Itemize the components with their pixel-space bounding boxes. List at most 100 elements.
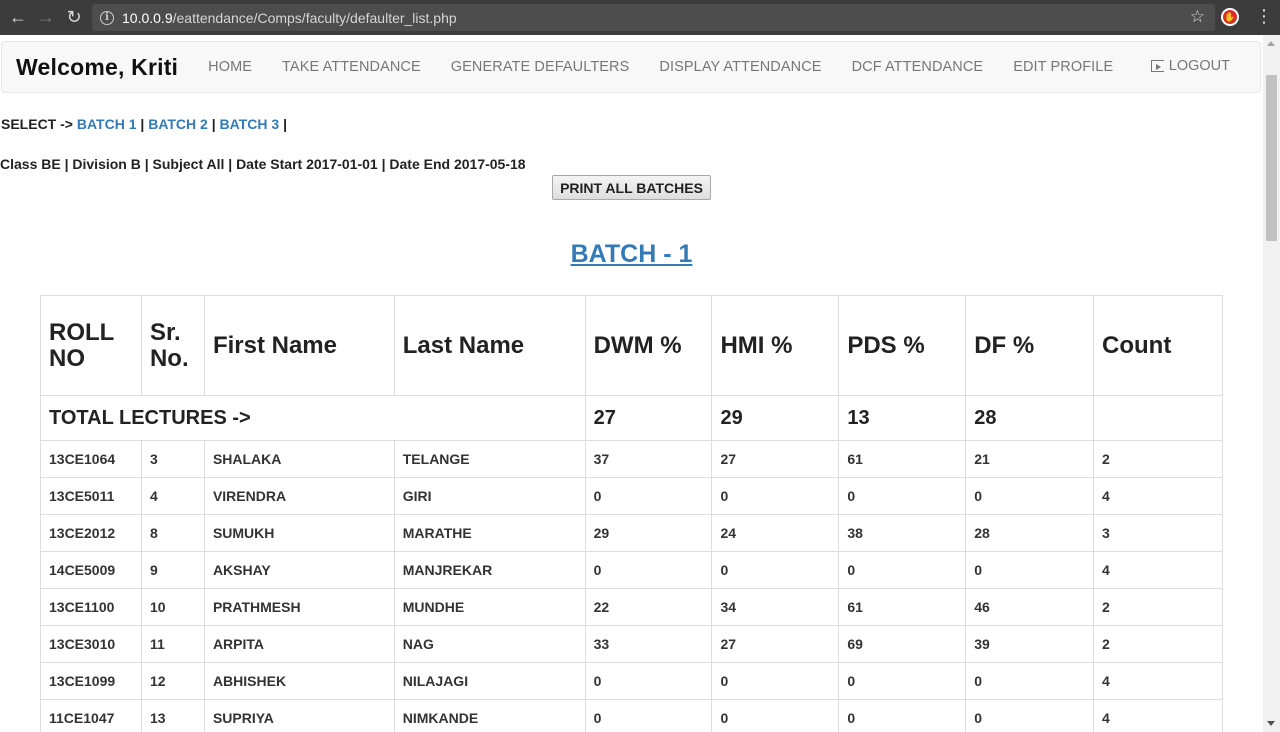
scroll-up-icon[interactable] — [1267, 41, 1275, 46]
table-row: 14CE5009 9 AKSHAY MANJREKAR 0 0 0 0 4 — [40, 551, 1223, 589]
cell-last-name: NIMKANDE — [393, 699, 586, 732]
cell-hmi: 24 — [711, 514, 840, 552]
table-row: 13CE5011 4 VIRENDRA GIRI 0 0 0 0 4 — [40, 477, 1223, 515]
cell-count: 4 — [1093, 699, 1223, 732]
cell-df: 0 — [965, 699, 1095, 732]
back-arrow-icon[interactable]: ← — [4, 4, 32, 32]
total-df: 28 — [965, 395, 1095, 441]
cell-df: 21 — [965, 440, 1095, 478]
cell-sr-no: 10 — [140, 588, 205, 626]
cell-count: 2 — [1093, 625, 1223, 663]
batch-1-link[interactable]: BATCH 1 — [77, 116, 137, 132]
cell-first-name: VIRENDRA — [203, 477, 395, 515]
welcome-brand: Welcome, Kriti — [16, 53, 179, 80]
url-host: 10.0.0.9 — [122, 9, 173, 26]
adblock-extension-icon[interactable]: ✋ — [1221, 8, 1239, 26]
cell-df: 28 — [965, 514, 1095, 552]
table-row: 13CE1100 10 PRATHMESH MUNDHE 22 34 61 46 2 — [40, 588, 1223, 626]
cell-sr-no: 12 — [140, 662, 205, 700]
batch-selector: SELECT -> BATCH 1 | BATCH 2 | BATCH 3 | — [1, 116, 287, 132]
batch-title: BATCH - 1 — [570, 240, 693, 268]
print-all-batches-button[interactable]: PRINT ALL BATCHES — [552, 175, 711, 200]
cell-hmi: 0 — [711, 662, 840, 700]
cell-dwm: 33 — [584, 625, 713, 663]
forward-arrow-icon[interactable]: → — [32, 4, 60, 32]
cell-pds: 61 — [838, 440, 967, 478]
cell-hmi: 34 — [711, 588, 840, 626]
class-info: Class BE | Division B | Subject All | Da… — [0, 156, 526, 172]
cell-roll-no: 13CE1064 — [40, 440, 142, 478]
table-row: 13CE3010 11 ARPITA NAG 33 27 69 39 2 — [40, 625, 1223, 663]
separator: | — [283, 116, 287, 132]
cell-pds: 61 — [838, 588, 967, 626]
cell-pds: 0 — [838, 551, 967, 589]
logout-icon — [1150, 60, 1164, 72]
cell-hmi: 27 — [711, 440, 840, 478]
cell-roll-no: 13CE1100 — [40, 588, 142, 626]
cell-sr-no: 8 — [140, 514, 205, 552]
address-bar[interactable]: i 10.0.0.9/eattendance/Comps/faculty/def… — [92, 4, 1215, 31]
browser-toolbar: ← → ↻ i 10.0.0.9/eattendance/Comps/facul… — [0, 0, 1280, 35]
cell-pds: 0 — [838, 477, 967, 515]
cell-first-name: ARPITA — [203, 625, 395, 663]
table-row: 13CE1064 3 SHALAKA TELANGE 37 27 61 21 2 — [40, 440, 1223, 478]
cell-sr-no: 3 — [140, 440, 205, 478]
total-count — [1093, 395, 1223, 441]
table-row: 11CE1047 13 SUPRIYA NIMKANDE 0 0 0 0 4 — [40, 699, 1223, 732]
cell-dwm: 0 — [584, 662, 713, 700]
cell-dwm: 37 — [584, 440, 713, 478]
cell-dwm: 0 — [584, 551, 713, 589]
nav-take-attendance[interactable]: TAKE ATTENDANCE — [267, 59, 436, 75]
bookmark-star-icon[interactable]: ☆ — [1190, 7, 1205, 27]
cell-count: 2 — [1093, 588, 1223, 626]
page-scrollbar[interactable] — [1263, 35, 1280, 732]
nav-dcf-attendance[interactable]: DCF ATTENDANCE — [837, 59, 999, 75]
batch-3-link[interactable]: BATCH 3 — [220, 116, 280, 132]
cell-last-name: TELANGE — [393, 440, 586, 478]
nav-generate-defaulters[interactable]: GENERATE DEFAULTERS — [436, 59, 645, 75]
cell-dwm: 0 — [584, 477, 713, 515]
cell-count: 4 — [1093, 662, 1223, 700]
select-prefix: SELECT -> — [1, 116, 73, 132]
cell-roll-no: 14CE5009 — [40, 551, 142, 589]
col-pds: PDS % — [838, 295, 967, 396]
cell-roll-no: 13CE2012 — [40, 514, 142, 552]
col-last-name: Last Name — [393, 295, 586, 396]
cell-hmi: 27 — [711, 625, 840, 663]
cell-count: 4 — [1093, 551, 1223, 589]
reload-icon[interactable]: ↻ — [60, 4, 88, 32]
table-row: 13CE1099 12 ABHISHEK NILAJAGI 0 0 0 0 4 — [40, 662, 1223, 700]
total-hmi: 29 — [711, 395, 840, 441]
scroll-thumb[interactable] — [1266, 75, 1277, 241]
total-dwm: 27 — [584, 395, 713, 441]
cell-df: 0 — [965, 477, 1095, 515]
cell-sr-no: 11 — [140, 625, 205, 663]
scroll-down-icon[interactable] — [1267, 721, 1275, 726]
cell-df: 39 — [965, 625, 1095, 663]
cell-roll-no: 13CE3010 — [40, 625, 142, 663]
nav-home[interactable]: HOME — [193, 59, 267, 75]
cell-pds: 0 — [838, 662, 967, 700]
table-header-row: ROLL NO Sr. No. First Name Last Name DWM… — [40, 295, 1223, 396]
nav-edit-profile[interactable]: EDIT PROFILE — [998, 59, 1128, 75]
cell-df: 0 — [965, 551, 1095, 589]
page-viewport: Welcome, Kriti HOME TAKE ATTENDANCE GENE… — [0, 35, 1263, 732]
cell-last-name: NAG — [393, 625, 586, 663]
col-dwm: DWM % — [584, 295, 713, 396]
nav-display-attendance[interactable]: DISPLAY ATTENDANCE — [644, 59, 836, 75]
browser-menu-icon[interactable]: ⋮ — [1255, 6, 1273, 27]
site-info-icon[interactable]: i — [100, 10, 114, 25]
cell-hmi: 0 — [711, 551, 840, 589]
cell-count: 4 — [1093, 477, 1223, 515]
cell-pds: 69 — [838, 625, 967, 663]
cell-first-name: AKSHAY — [203, 551, 395, 589]
cell-first-name: ABHISHEK — [203, 662, 395, 700]
cell-pds: 0 — [838, 699, 967, 732]
batch-2-link[interactable]: BATCH 2 — [148, 116, 208, 132]
logout-link[interactable]: LOGOUT — [1150, 58, 1230, 74]
cell-last-name: GIRI — [393, 477, 586, 515]
cell-pds: 38 — [838, 514, 967, 552]
nav-links: HOME TAKE ATTENDANCE GENERATE DEFAULTERS… — [193, 59, 1128, 75]
separator: | — [211, 116, 216, 132]
col-sr-no: Sr. No. — [140, 295, 205, 396]
